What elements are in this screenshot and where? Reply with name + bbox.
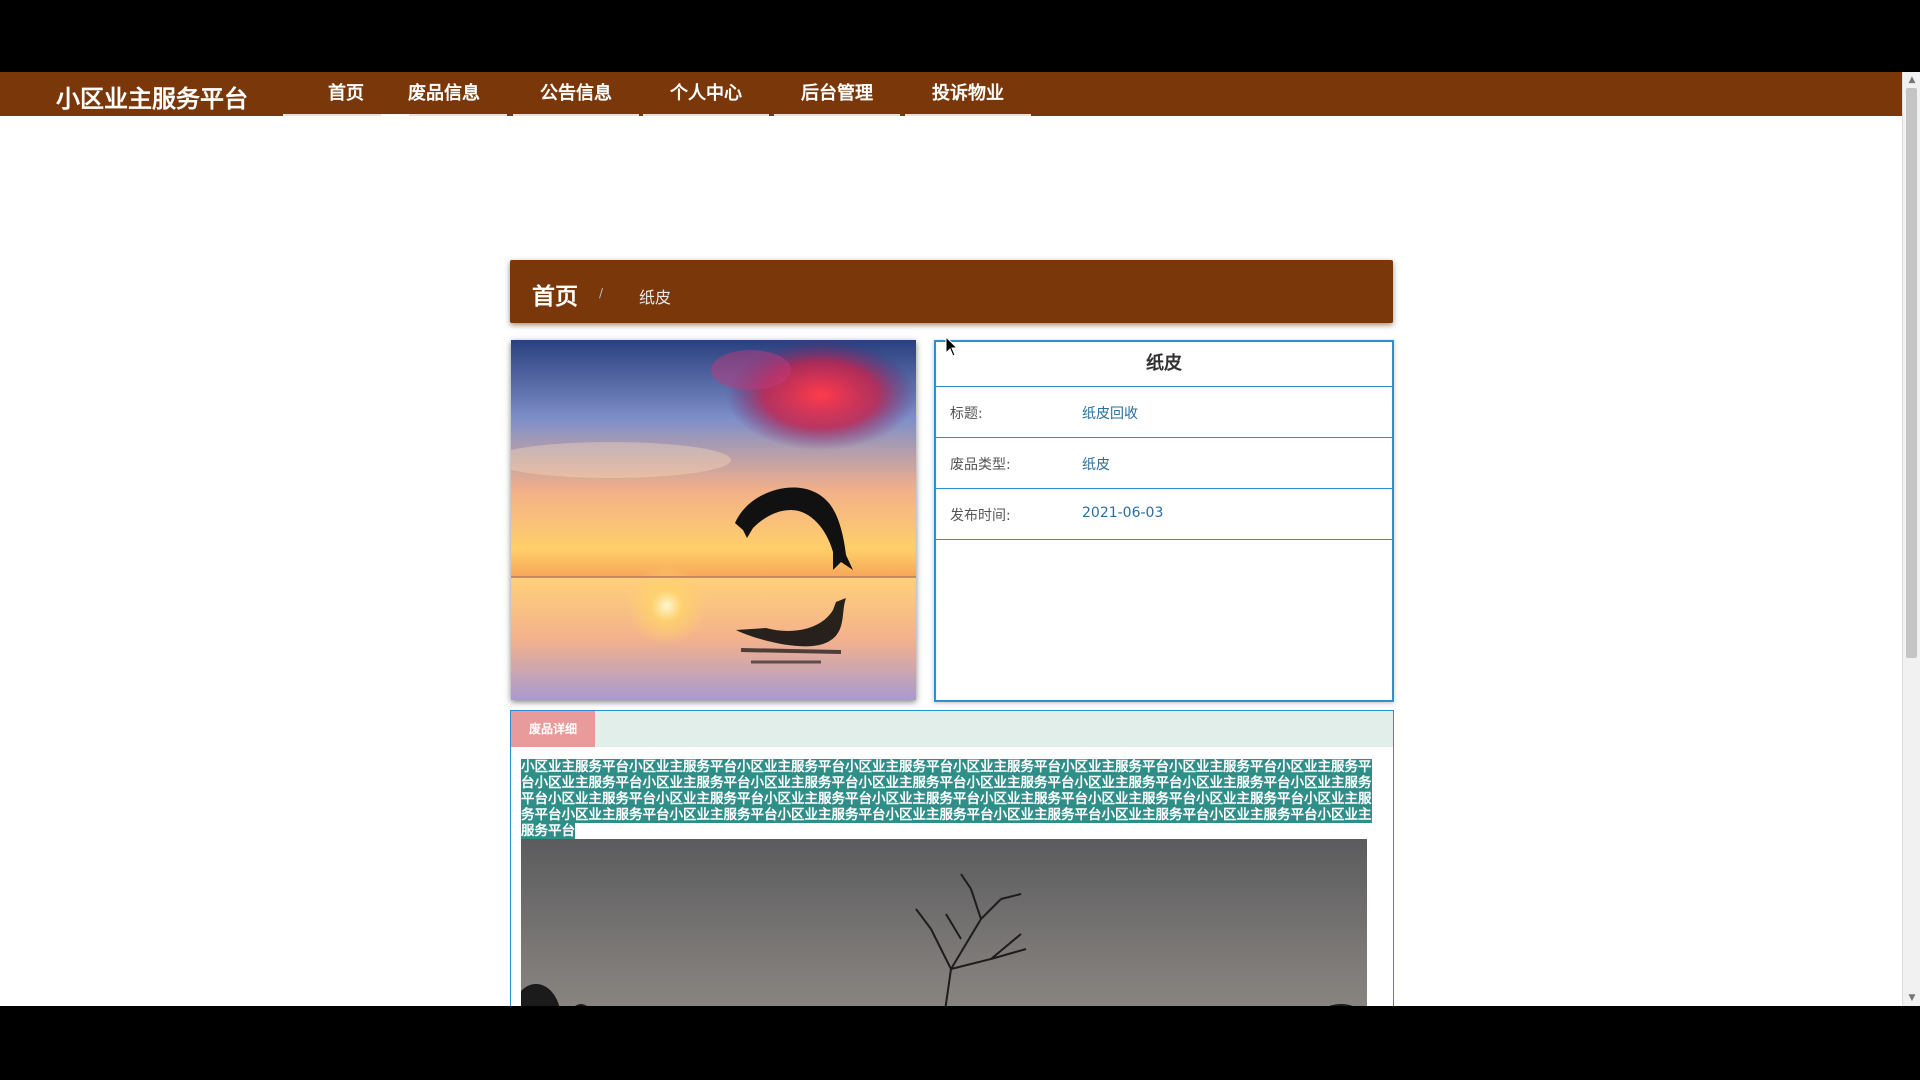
info-label: 发布时间: <box>950 508 1011 524</box>
scroll-down-arrow-icon[interactable]: ▼ <box>1903 990 1920 1006</box>
info-label: 废品类型: <box>950 457 1011 473</box>
selected-text[interactable]: 小区业主服务平台小区业主服务平台小区业主服务平台小区业主服务平台小区业主服务平台… <box>521 759 1372 839</box>
info-title: 纸皮 <box>936 342 1392 387</box>
info-value: 纸皮回收 <box>1082 406 1138 422</box>
breadcrumb-home[interactable]: 首页 <box>532 277 578 311</box>
nav-personal-center[interactable]: 个人中心 <box>643 72 769 116</box>
nav-admin[interactable]: 后台管理 <box>774 72 900 116</box>
tab-waste-detail[interactable]: 废品详细 <box>511 711 595 747</box>
info-value: 2021-06-03 <box>1082 505 1164 521</box>
site-title[interactable]: 小区业主服务平台 <box>56 79 248 114</box>
breadcrumb-separator: / <box>599 286 604 300</box>
info-row-type: 废品类型: 纸皮 <box>936 438 1392 489</box>
nav-waste-info[interactable]: 废品信息 <box>381 72 507 116</box>
dusk-tree-photo <box>521 839 1367 1006</box>
info-card: 纸皮 标题: 纸皮回收 废品类型: 纸皮 发布时间: 2021-06-03 <box>934 340 1394 702</box>
breadcrumb-current: 纸皮 <box>639 288 672 307</box>
detail-tabbar: 废品详细 <box>511 711 1393 747</box>
dolphin-sunset-image <box>511 340 916 700</box>
vertical-scrollbar[interactable]: ▲ ▼ <box>1902 72 1920 1006</box>
browser-viewport: 小区业主服务平台 首页 废品信息 公告信息 个人中心 后台管理 投诉物业 首页 … <box>0 72 1920 1006</box>
info-label: 标题: <box>950 406 983 422</box>
scroll-up-arrow-icon[interactable]: ▲ <box>1903 72 1920 88</box>
detail-panel: 废品详细 小区业主服务平台小区业主服务平台小区业主服务平台小区业主服务平台小区业… <box>510 710 1394 1006</box>
nav-notices[interactable]: 公告信息 <box>513 72 639 116</box>
scroll-thumb[interactable] <box>1906 88 1917 658</box>
info-row-date: 发布时间: 2021-06-03 <box>936 489 1392 540</box>
info-value: 纸皮 <box>1082 457 1110 473</box>
detail-description[interactable]: 小区业主服务平台小区业主服务平台小区业主服务平台小区业主服务平台小区业主服务平台… <box>521 759 1378 839</box>
nav-complaint[interactable]: 投诉物业 <box>905 72 1031 116</box>
info-row-title: 标题: 纸皮回收 <box>936 387 1392 438</box>
breadcrumb: 首页 / 纸皮 <box>510 260 1393 323</box>
top-navbar: 小区业主服务平台 首页 废品信息 公告信息 个人中心 后台管理 投诉物业 <box>0 72 1902 116</box>
